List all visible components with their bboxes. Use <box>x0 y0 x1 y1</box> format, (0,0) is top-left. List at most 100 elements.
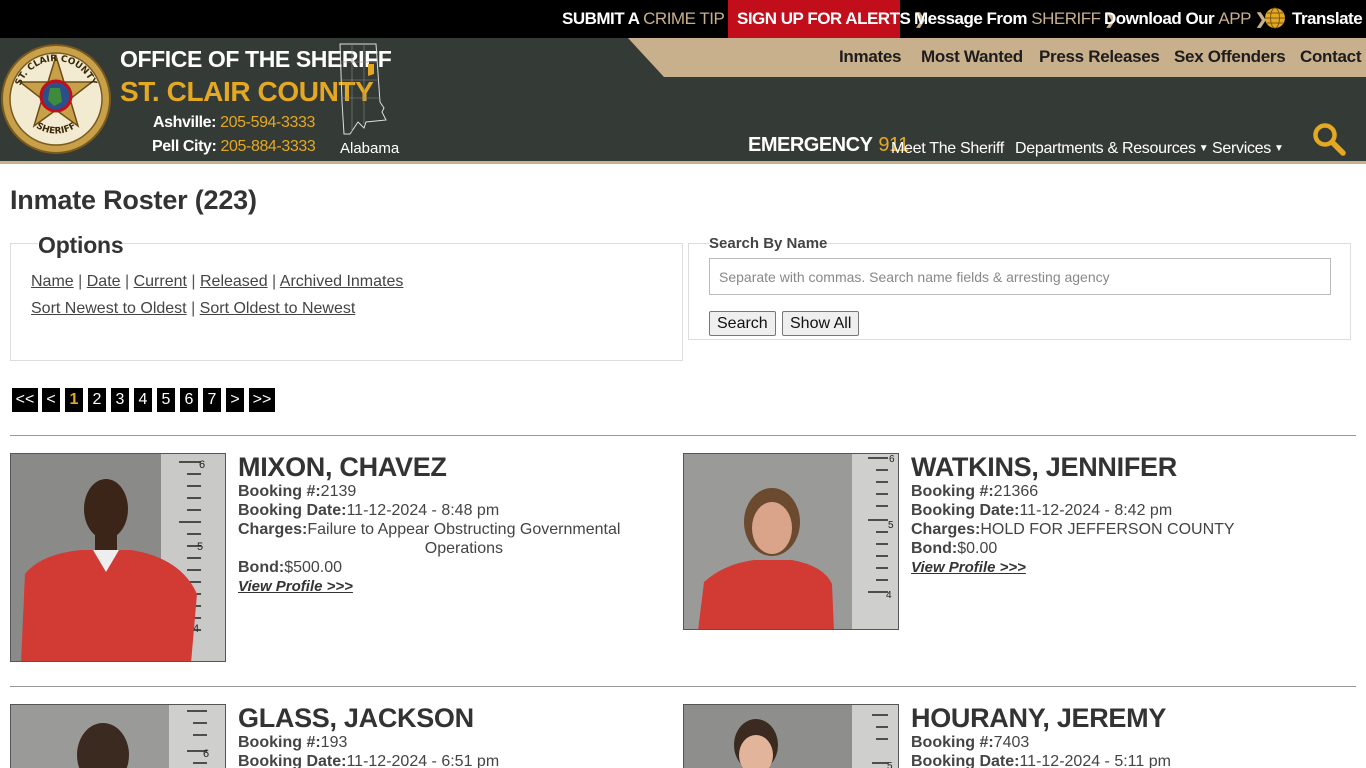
page-title: Inmate Roster (223) <box>10 185 257 215</box>
nav-most-wanted[interactable]: Most Wanted <box>921 47 1023 67</box>
show-all-button[interactable]: Show All <box>782 311 860 336</box>
services-label: Services <box>1212 140 1271 157</box>
page-5-button[interactable]: 5 <box>157 388 175 412</box>
search-icon[interactable] <box>1312 122 1346 156</box>
charges-row: Charges: Failure to Appear Obstructing Go… <box>238 520 658 558</box>
emergency-label: EMERGENCY <box>748 134 873 156</box>
options-panel: Options Name | Date | Current | Released… <box>10 232 683 361</box>
primary-nav: Inmates Most Wanted Press Releases Sex O… <box>628 38 1366 77</box>
nav-press-releases[interactable]: Press Releases <box>1039 47 1160 67</box>
bond-label: Bond: <box>238 559 285 576</box>
page-3-button[interactable]: 3 <box>111 388 129 412</box>
sign-up-alerts-link[interactable]: SIGN UP FOR ALERTS ❯ <box>728 0 927 38</box>
page-7-button[interactable]: 7 <box>203 388 221 412</box>
utility-bar: SUBMIT A CRIME TIP❯ SIGN UP FOR ALERTS❯ … <box>0 0 1366 38</box>
sort-newest-link[interactable]: Sort Newest to Oldest <box>31 300 187 317</box>
globe-icon <box>1265 7 1285 29</box>
filter-released-link[interactable]: Released <box>200 273 268 290</box>
nav-services-dropdown[interactable]: Services ▼ <box>1212 140 1284 158</box>
ruler-label: 6 <box>889 454 895 465</box>
nav-contact[interactable]: Contact <box>1300 47 1361 67</box>
ruler-label: 4 <box>886 590 892 601</box>
alabama-map-icon <box>339 43 387 135</box>
app-label: Download Our <box>1104 9 1215 28</box>
ruler-label: 5 <box>887 761 893 768</box>
search-panel: Search By Name Search Show All <box>688 235 1351 340</box>
ashville-number[interactable]: 205-594-3333 <box>220 114 315 131</box>
emergency-number: EMERGENCY 911 <box>748 134 909 157</box>
page-prev-button[interactable]: < <box>42 388 60 412</box>
view-profile-link[interactable]: View Profile >>> <box>238 577 658 596</box>
booking-date: 11-12-2024 - 8:42 pm <box>1019 502 1173 519</box>
booking-date-label: Booking Date: <box>238 753 347 768</box>
filter-date-link[interactable]: Date <box>87 273 121 290</box>
bond-row: Bond:$0.00 <box>911 539 1331 558</box>
translate-label: Translate <box>1292 9 1363 28</box>
booking-date-row: Booking Date:11-12-2024 - 8:48 pm <box>238 501 658 520</box>
bond-row: Bond:$500.00 <box>238 558 658 577</box>
booking-number: 21366 <box>993 483 1039 500</box>
booking-number-row: Booking #:21366 <box>911 482 1331 501</box>
pell-city-label: Pell City: <box>152 138 217 155</box>
filter-name-link[interactable]: Name <box>31 273 74 290</box>
inmate-name: GLASS, JACKSON <box>238 703 474 733</box>
charges-value: Failure to Appear Obstructing Government… <box>307 521 621 538</box>
booking-date: 11-12-2024 - 8:48 pm <box>346 502 500 519</box>
charges-value: HOLD FOR JEFFERSON COUNTY <box>980 521 1235 538</box>
inmate-name: WATKINS, JENNIFER <box>911 452 1177 482</box>
message-from-sheriff-link[interactable]: Message From SHERIFF ❯ <box>914 0 1117 38</box>
charges-label: Charges: <box>911 521 981 538</box>
booking-date-row: Booking Date:11-12-2024 - 5:11 pm <box>911 752 1331 768</box>
page-last-button[interactable]: >> <box>249 388 275 412</box>
app-highlight: APP <box>1218 9 1251 28</box>
booking-date-label: Booking Date: <box>911 502 1020 519</box>
nav-sex-offenders[interactable]: Sex Offenders <box>1174 47 1286 67</box>
message-label: Message From <box>914 9 1028 28</box>
inmate-mugshot[interactable]: 6 5 4 <box>683 453 899 630</box>
booking-label: Booking #: <box>911 734 994 751</box>
filter-current-link[interactable]: Current <box>134 273 187 290</box>
bond-label: Bond: <box>911 540 958 557</box>
booking-number-row: Booking #:7403 <box>911 733 1331 752</box>
departments-label: Departments & Resources <box>1015 140 1196 157</box>
booking-number-row: Booking #:2139 <box>238 482 658 501</box>
inmate-info: GLASS, JACKSON Booking #:193 Booking Dat… <box>238 704 658 768</box>
translate-button[interactable]: Translate <box>1264 0 1363 38</box>
crime-tip-highlight: CRIME TIP <box>643 9 725 28</box>
sort-oldest-link[interactable]: Sort Oldest to Newest <box>200 300 356 317</box>
ashville-phone: Ashville: 205-594-3333 <box>153 114 315 132</box>
view-profile-link[interactable]: View Profile >>> <box>911 558 1331 577</box>
booking-date: 11-12-2024 - 6:51 pm <box>346 753 500 768</box>
booking-number: 7403 <box>993 734 1030 751</box>
nav-meet-the-sheriff[interactable]: Meet The Sheriff <box>891 140 1004 158</box>
booking-date-label: Booking Date: <box>238 502 347 519</box>
page-first-button[interactable]: << <box>12 388 38 412</box>
nav-departments-dropdown[interactable]: Departments & Resources ▼ <box>1015 140 1209 158</box>
state-label: Alabama <box>340 140 400 157</box>
inmate-mugshot[interactable]: 6 5 4 <box>10 453 226 662</box>
inmate-name: HOURANY, JEREMY <box>911 703 1167 733</box>
page-1-button[interactable]: 1 <box>65 388 83 412</box>
sheriff-seal-logo[interactable]: ST. CLAIR COUNTY SHERIFF <box>0 42 112 156</box>
booking-label: Booking #: <box>238 483 321 500</box>
name-search-input[interactable] <box>709 258 1331 295</box>
inmate-mugshot[interactable]: 6 <box>10 704 226 768</box>
message-highlight: SHERIFF <box>1031 9 1101 28</box>
site-header: Inmates Most Wanted Press Releases Sex O… <box>0 38 1366 164</box>
inmate-mugshot[interactable]: 5 <box>683 704 899 768</box>
chevron-down-icon: ▼ <box>1273 143 1284 154</box>
filter-archived-link[interactable]: Archived Inmates <box>280 273 404 290</box>
nav-inmates[interactable]: Inmates <box>839 47 901 67</box>
download-app-link[interactable]: Download Our APP ❯ <box>1104 0 1268 38</box>
submit-crime-tip-link[interactable]: SUBMIT A CRIME TIP❯ <box>562 0 741 38</box>
page-next-button[interactable]: > <box>226 388 244 412</box>
page-2-button[interactable]: 2 <box>88 388 106 412</box>
search-button[interactable]: Search <box>709 311 776 336</box>
pell-city-number[interactable]: 205-884-3333 <box>221 138 316 155</box>
divider <box>10 435 1356 436</box>
page-6-button[interactable]: 6 <box>180 388 198 412</box>
page-4-button[interactable]: 4 <box>134 388 152 412</box>
options-legend: Options <box>38 232 124 259</box>
booking-label: Booking #: <box>911 483 994 500</box>
inmate-info: MIXON, CHAVEZ Booking #:2139 Booking Dat… <box>238 453 658 596</box>
